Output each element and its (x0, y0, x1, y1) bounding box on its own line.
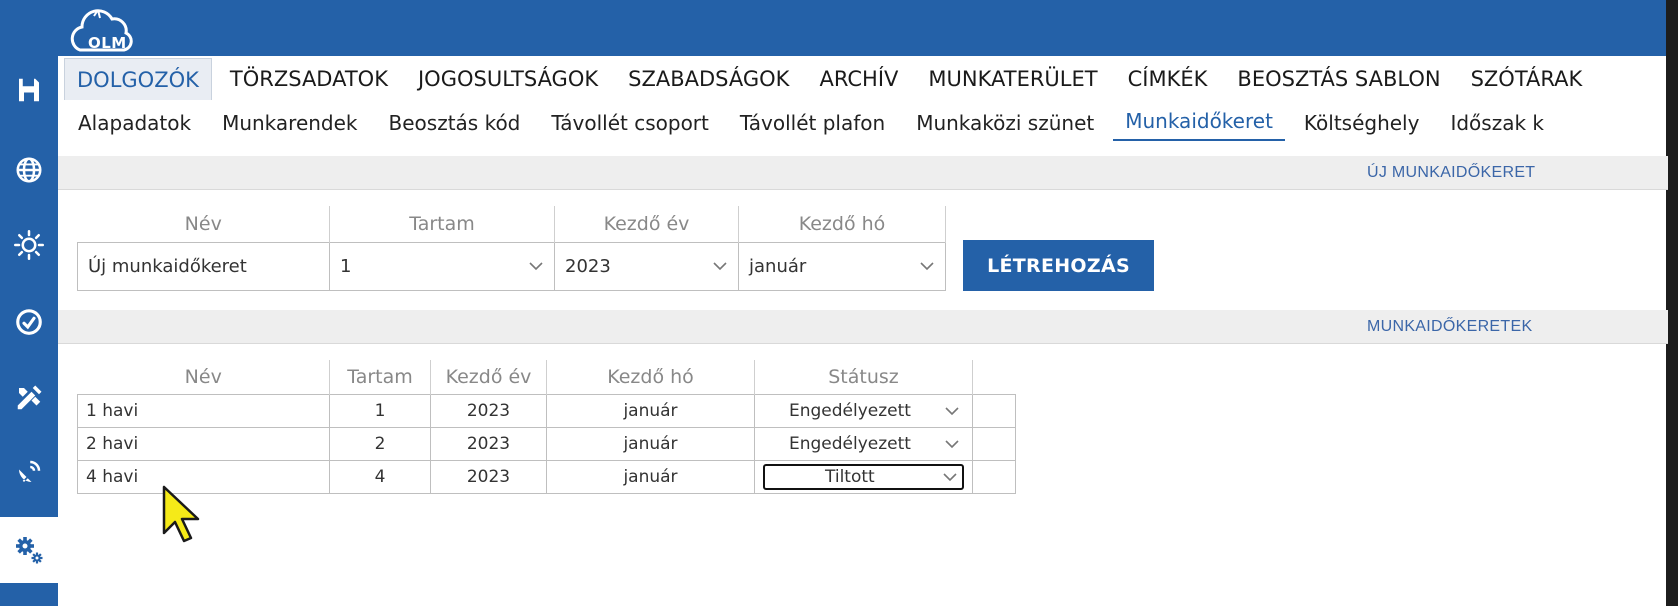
olm-logo[interactable]: OLM (66, 2, 136, 54)
start-year-select[interactable]: 2023 (554, 241, 739, 291)
form-header-start-month: Kezdő hó (738, 206, 946, 242)
subtab-idoszak[interactable]: Időszak k (1450, 107, 1544, 139)
start-month-value: január (749, 255, 807, 277)
row-status-select[interactable]: Engedélyezett (754, 426, 973, 461)
subtab-munkakozi-szunet[interactable]: Munkaközi szünet (916, 107, 1094, 139)
new-section-bar: ÚJ MUNKAIDŐKERET (58, 156, 1668, 190)
list-header-start-month: Kezdő hó (546, 360, 755, 394)
tab-torzsadatok[interactable]: TÖRZSADATOK (218, 58, 400, 100)
mouse-cursor-icon (162, 485, 200, 543)
table-row: 1 havi 1 2023 január Engedélyezett (77, 393, 1016, 428)
start-year-value: 2023 (565, 255, 611, 277)
new-section-title: ÚJ MUNKAIDŐKERET (1367, 164, 1536, 181)
logo-text: OLM (88, 34, 127, 52)
list-section-bar: MUNKAIDŐKERETEK (58, 310, 1668, 344)
row-actions (972, 459, 1016, 494)
list-header-status: Státusz (754, 360, 973, 394)
chevron-down-icon (529, 262, 543, 271)
sidebar-item-clock[interactable] (0, 292, 58, 352)
duration-value: 1 (340, 255, 352, 277)
row-status-value: Engedélyezett (789, 400, 911, 421)
sidebar (0, 0, 58, 606)
clock-icon (16, 309, 42, 335)
work-frames-table: Név Tartam Kezdő év Kezdő hó Státusz 1 h… (77, 360, 1016, 494)
top-bar: OLM (58, 0, 1678, 56)
new-form-table: Név Tartam Kezdő év Kezdő hó Új munkaidő… (77, 206, 946, 291)
subtab-munkarendek[interactable]: Munkarendek (222, 107, 357, 139)
subtab-koltseghely[interactable]: Költséghely (1304, 107, 1420, 139)
main-tabs: DOLGOZÓK TÖRZSADATOK JOGOSULTSÁGOK SZABA… (58, 56, 1668, 100)
row-duration: 4 (329, 459, 431, 494)
list-header-name: Név (77, 360, 330, 394)
subtab-tavollet-csoport[interactable]: Távollét csoport (551, 107, 709, 139)
row-duration: 2 (329, 426, 431, 461)
name-input-value: Új munkaidőkeret (88, 255, 247, 277)
row-actions (972, 426, 1016, 461)
list-header-duration: Tartam (329, 360, 431, 394)
row-status-select[interactable]: Tiltott (754, 459, 973, 494)
list-section-title: MUNKAIDŐKERETEK (1367, 318, 1533, 335)
row-month: január (546, 459, 755, 494)
sub-tabs: Alapadatok Munkarendek Beosztás kód Távo… (58, 100, 1668, 146)
chevron-down-icon (713, 262, 727, 271)
sun-icon (14, 230, 44, 260)
list-header-actions (973, 360, 1016, 394)
chevron-down-icon (945, 439, 959, 448)
form-header-duration: Tartam (329, 206, 555, 242)
duration-select[interactable]: 1 (329, 241, 555, 291)
tab-szabadsagok[interactable]: SZABADSÁGOK (616, 58, 801, 100)
row-month: január (546, 393, 755, 428)
row-status-value: Tiltott (825, 466, 875, 487)
row-status-value: Engedélyezett (789, 433, 911, 454)
row-year: 2023 (430, 426, 547, 461)
sidebar-item-tools[interactable] (0, 368, 58, 428)
satellite-dish-icon (19, 460, 41, 482)
sidebar-item-satellite[interactable] (0, 442, 58, 502)
tab-jogosultsagok[interactable]: JOGOSULTSÁGOK (406, 58, 610, 100)
row-name: 2 havi (77, 426, 330, 461)
tab-archiv[interactable]: ARCHÍV (807, 58, 910, 100)
tab-cimkek[interactable]: CÍMKÉK (1116, 58, 1220, 100)
sidebar-item-save[interactable] (0, 60, 58, 120)
sidebar-item-settings[interactable] (0, 517, 58, 583)
start-month-select[interactable]: január (738, 241, 946, 291)
tab-munkaterulet[interactable]: MUNKATERÜLET (916, 58, 1109, 100)
chevron-down-icon (943, 472, 957, 481)
subtab-alapadatok[interactable]: Alapadatok (78, 107, 191, 139)
chevron-down-icon (920, 262, 934, 271)
sidebar-item-sun[interactable] (0, 215, 58, 275)
row-year: 2023 (430, 459, 547, 494)
sidebar-item-globe[interactable] (0, 140, 58, 200)
list-header-start-year: Kezdő év (430, 360, 547, 394)
subtab-tavollet-plafon[interactable]: Távollét plafon (740, 107, 885, 139)
tools-icon (17, 385, 42, 410)
create-button[interactable]: LÉTREHOZÁS (963, 240, 1154, 291)
row-month: január (546, 426, 755, 461)
row-status-select[interactable]: Engedélyezett (754, 393, 973, 428)
row-actions (972, 393, 1016, 428)
table-row: 2 havi 2 2023 január Engedélyezett (77, 426, 1016, 461)
tab-beosztas-sablon[interactable]: BEOSZTÁS SABLON (1225, 58, 1452, 100)
row-duration: 1 (329, 393, 431, 428)
form-header-name: Név (77, 206, 330, 242)
save-icon (19, 78, 39, 102)
subtab-beosztas-kod[interactable]: Beosztás kód (389, 107, 521, 139)
gears-icon (16, 537, 43, 564)
tab-szotarak[interactable]: SZÓTÁRAK (1459, 58, 1595, 100)
row-year: 2023 (430, 393, 547, 428)
form-header-start-year: Kezdő év (554, 206, 739, 242)
name-input[interactable]: Új munkaidőkeret (77, 241, 330, 291)
globe-icon (16, 157, 42, 183)
table-row: 4 havi 4 2023 január Tiltott (77, 459, 1016, 494)
tab-dolgozok[interactable]: DOLGOZÓK (64, 58, 212, 100)
subtab-munkaidokeret[interactable]: Munkaidőkeret (1113, 105, 1285, 141)
chevron-down-icon (945, 406, 959, 415)
row-name: 1 havi (77, 393, 330, 428)
